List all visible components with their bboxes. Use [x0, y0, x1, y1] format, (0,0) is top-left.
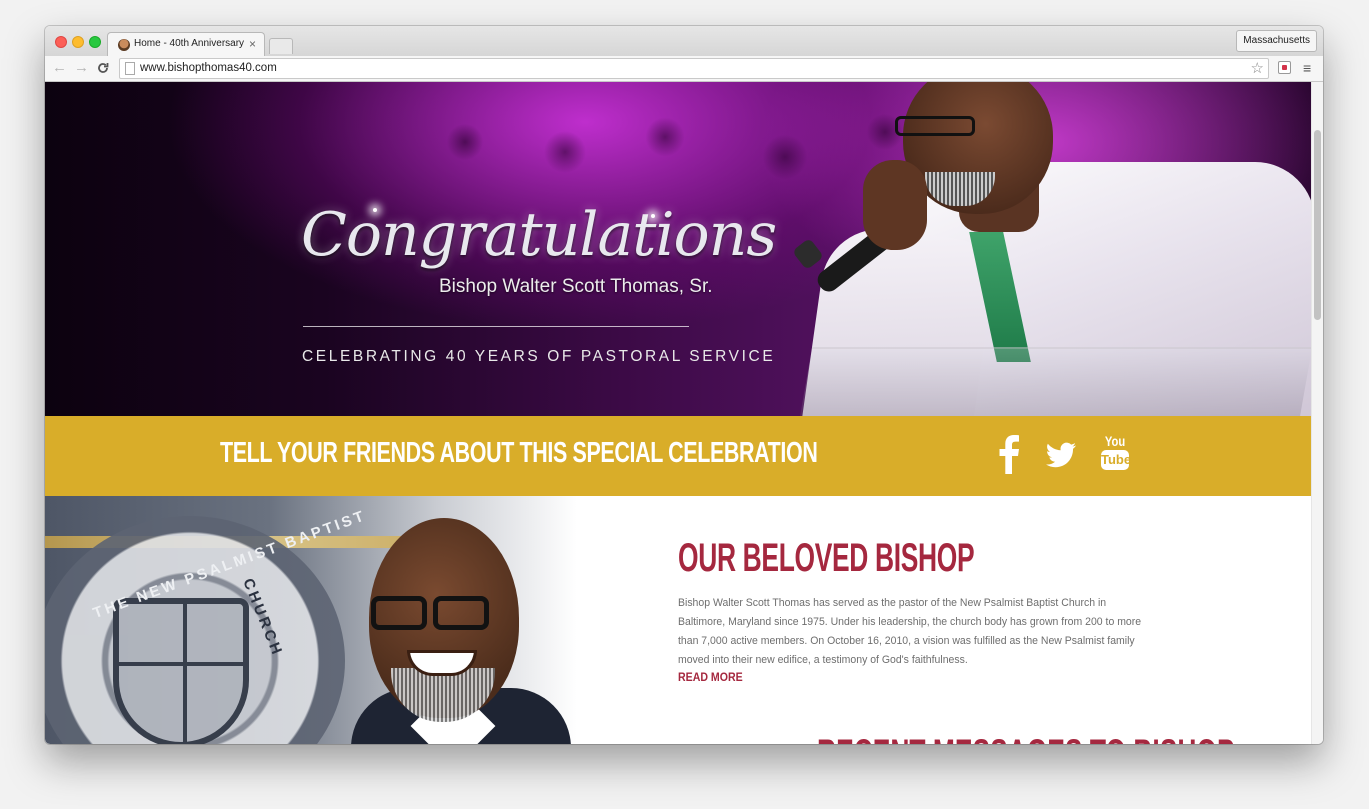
- reload-icon[interactable]: [97, 59, 109, 79]
- about-body: Bishop Walter Scott Thomas has served as…: [678, 597, 1142, 666]
- youtube-icon[interactable]: You Tube: [1100, 433, 1131, 474]
- tab-title: Home - 40th Anniversary: [134, 38, 245, 49]
- favicon-icon: [118, 39, 130, 51]
- zoom-window-button[interactable]: [89, 36, 101, 48]
- congratulations-script-title: Congratulations: [301, 200, 777, 270]
- bishop-portrait-photo: THE NEW PSALMIST BAPTIST CHURCH: [45, 496, 605, 744]
- pocket-extension-icon[interactable]: [1278, 61, 1291, 74]
- page-icon: [125, 62, 135, 75]
- recent-messages-heading: RECENT MESSAGES TO BISHOP: [817, 732, 1235, 744]
- minimize-window-button[interactable]: [72, 36, 84, 48]
- address-bar[interactable]: www.bishopthomas40.com ☆: [119, 58, 1269, 79]
- bishop-smiling-portrait: [341, 518, 571, 744]
- bishop-singing-photo: [745, 82, 1311, 416]
- read-more-link[interactable]: READ MORE: [678, 672, 743, 684]
- profile-button[interactable]: Massachusetts: [1236, 30, 1317, 52]
- sparkle-decoration: [373, 208, 377, 212]
- youtube-tube-label: Tube: [1101, 450, 1131, 470]
- sparkle-decoration: [651, 214, 655, 218]
- hero-bishop-name: Bishop Walter Scott Thomas, Sr.: [439, 276, 713, 297]
- share-band-text: TELL YOUR FRIENDS ABOUT THIS SPECIAL CEL…: [220, 437, 818, 469]
- menu-icon[interactable]: ≡: [1303, 59, 1311, 77]
- page-scrollbar[interactable]: [1311, 82, 1323, 744]
- tab-close-icon[interactable]: ×: [249, 37, 256, 51]
- browser-window: Home - 40th Anniversary × Massachusetts …: [45, 26, 1323, 744]
- new-tab-button[interactable]: [269, 38, 293, 54]
- back-icon[interactable]: ←: [52, 59, 67, 77]
- forward-icon[interactable]: →: [74, 59, 89, 77]
- tab-strip: Home - 40th Anniversary × Massachusetts: [45, 26, 1323, 56]
- hero-subtitle: CELEBRATING 40 YEARS OF PASTORAL SERVICE: [302, 348, 776, 365]
- facebook-icon[interactable]: [998, 434, 1020, 474]
- share-band: TELL YOUR FRIENDS ABOUT THIS SPECIAL CEL…: [45, 416, 1311, 496]
- tab-home[interactable]: Home - 40th Anniversary ×: [107, 32, 265, 56]
- close-window-button[interactable]: [55, 36, 67, 48]
- url-text[interactable]: www.bishopthomas40.com: [140, 62, 277, 74]
- about-section: THE NEW PSALMIST BAPTIST CHURCH OUR BELO…: [45, 496, 1311, 744]
- about-heading: OUR BELOVED BISHOP: [678, 536, 975, 580]
- twitter-icon[interactable]: [1045, 434, 1077, 474]
- browser-toolbar: ← → www.bishopthomas40.com ☆ ≡: [45, 56, 1323, 82]
- hero-banner: Congratulations Bishop Walter Scott Thom…: [45, 82, 1311, 416]
- bookmark-star-icon[interactable]: ☆: [1251, 59, 1264, 78]
- hero-divider: [303, 326, 689, 327]
- page-viewport: Congratulations Bishop Walter Scott Thom…: [45, 82, 1311, 744]
- scrollbar-thumb[interactable]: [1314, 130, 1321, 320]
- youtube-you-label: You: [1104, 433, 1126, 449]
- seal-shield: [113, 598, 249, 744]
